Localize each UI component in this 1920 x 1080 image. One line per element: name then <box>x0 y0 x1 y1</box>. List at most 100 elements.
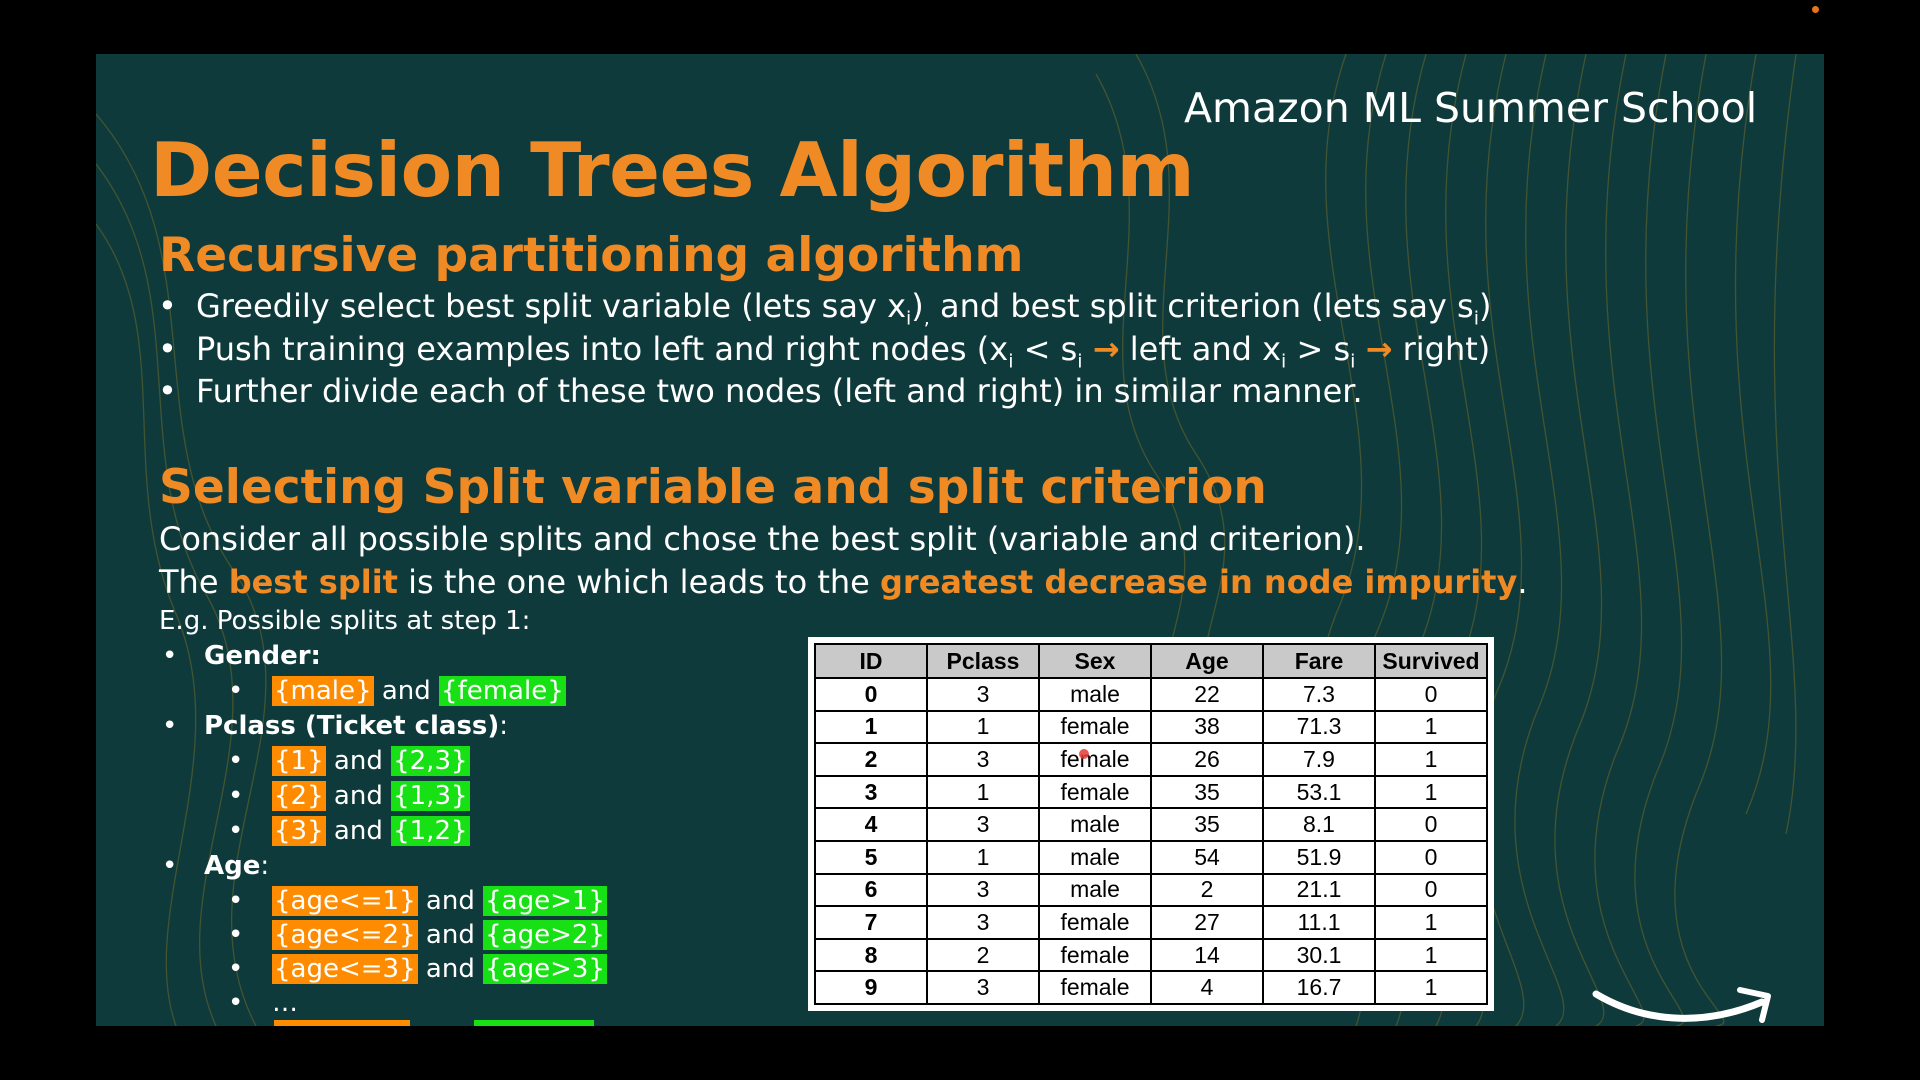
cutoff-orange-bar <box>274 1020 410 1026</box>
table-cell-fare: 51.9 <box>1262 839 1376 875</box>
table-cell-sex: male <box>1038 677 1152 712</box>
table-cell-fare: 53.1 <box>1262 774 1376 810</box>
text: and best split criterion (lets say s <box>929 287 1474 325</box>
table-cell-id: 9 <box>814 970 928 1005</box>
text: is the one which leads to the <box>397 563 880 601</box>
highlight-best-split: best split <box>228 563 398 601</box>
arrow-right-icon: → <box>1092 330 1120 368</box>
bullet-dot: • <box>162 851 178 881</box>
text: and <box>425 920 475 950</box>
table-cell-age: 35 <box>1150 807 1264 842</box>
text: left and x <box>1119 330 1282 368</box>
table-cell-pclass: 1 <box>926 774 1040 810</box>
table-cell-sex: female <box>1038 937 1152 973</box>
table-cell-survived: 1 <box>1374 709 1488 745</box>
table-cell-pclass: 1 <box>926 839 1040 875</box>
split-left-set: {age<=2} <box>272 920 418 950</box>
split-age-option: • {age<=2} and {age>2} <box>222 920 607 950</box>
split-pclass-label: • Pclass (Ticket class): <box>156 711 508 741</box>
split-left-set: {male} <box>272 676 374 706</box>
bullet-dot: • <box>162 711 178 741</box>
section-heading-recursive: Recursive partitioning algorithm <box>159 228 1024 283</box>
split-right-set: {age>2} <box>483 920 607 950</box>
highlight-impurity: greatest decrease in node impurity <box>880 563 1518 601</box>
table-cell-pclass: 1 <box>926 709 1040 745</box>
table-cell-age: 2 <box>1150 872 1264 908</box>
split-left-set: {age<=1} <box>272 886 418 916</box>
data-table: ID Pclass Sex Age Fare Survived 0 3 male 22… <box>814 643 1488 1005</box>
table-cell-fare: 11.1 <box>1262 905 1376 940</box>
table-cell-pclass: 3 <box>926 970 1040 1005</box>
text: : <box>499 711 509 741</box>
split-right-set: {age>3} <box>483 954 607 984</box>
table-cell-survived: 0 <box>1374 677 1488 712</box>
table-cell-sex: male <box>1038 839 1152 875</box>
column-header: Sex <box>1038 643 1152 679</box>
table-row: 3 1 female 35 53.1 1 <box>814 774 1488 810</box>
column-header: Fare <box>1262 643 1376 679</box>
bullet-dot: • <box>228 886 244 916</box>
arrow-right-icon: → <box>1365 330 1393 368</box>
table-cell-id: 3 <box>814 774 928 810</box>
text: ) <box>1478 287 1492 325</box>
split-age-option: • {age<=1} and {age>1} <box>222 886 607 916</box>
table-cell-sex: female <box>1038 742 1152 777</box>
paragraph-best-split: The best split is the one which leads to… <box>159 563 1528 601</box>
table-cell-age: 27 <box>1150 905 1264 940</box>
split-left-set: {age<=3} <box>272 954 418 984</box>
bullet-dot: • <box>158 372 177 410</box>
bullet-dot: • <box>228 954 244 984</box>
amazon-smile-logo-icon <box>1592 987 1771 1023</box>
text: and <box>425 954 475 984</box>
bullet-dot: • <box>228 781 244 811</box>
bullet-dot: • <box>228 988 244 1018</box>
bullet-dot: • <box>228 816 244 846</box>
split-right-set: {female} <box>439 676 566 706</box>
table-cell-id: 6 <box>814 872 928 908</box>
column-header: Survived <box>1374 643 1488 679</box>
table-cell-age: 38 <box>1150 709 1264 745</box>
table-cell-survived: 0 <box>1374 872 1488 908</box>
table-cell-age: 54 <box>1150 839 1264 875</box>
text: Gender: <box>204 641 321 671</box>
table-cell-survived: 1 <box>1374 742 1488 777</box>
split-gender-label: • Gender: <box>156 641 321 671</box>
bullet-dot: • <box>228 676 244 706</box>
table-cell-age: 35 <box>1150 774 1264 810</box>
table-cell-sex: female <box>1038 905 1152 940</box>
text: and <box>333 746 383 776</box>
text: Further divide each of these two nodes (… <box>196 372 1363 410</box>
text: ) <box>911 287 924 325</box>
table-header-row: ID Pclass Sex Age Fare Survived <box>814 643 1488 679</box>
table-cell-id: 0 <box>814 677 928 712</box>
table-row: 2 3 female 26 7.9 1 <box>814 742 1488 777</box>
table-cell-survived: 1 <box>1374 937 1488 973</box>
table-row: 7 3 female 27 11.1 1 <box>814 905 1488 940</box>
text: Pclass (Ticket class) <box>204 711 500 741</box>
table-cell-id: 1 <box>814 709 928 745</box>
split-left-set: {2} <box>272 781 326 811</box>
text: … <box>272 988 298 1018</box>
table-cell-sex: female <box>1038 774 1152 810</box>
table-cell-sex: female <box>1038 709 1152 745</box>
text: and <box>333 816 383 846</box>
table-cell-fare: 30.1 <box>1262 937 1376 973</box>
titanic-data-table: ID Pclass Sex Age Fare Survived 0 3 male 22… <box>808 637 1494 1011</box>
bullet-dot: • <box>162 641 178 671</box>
table-cell-pclass: 3 <box>926 905 1040 940</box>
pointer-dot-icon <box>1079 749 1089 759</box>
table-cell-sex: male <box>1038 807 1152 842</box>
table-cell-fare: 7.9 <box>1262 742 1376 777</box>
table-cell-pclass: 3 <box>926 807 1040 842</box>
column-header: Pclass <box>926 643 1040 679</box>
table-cell-survived: 1 <box>1374 970 1488 1005</box>
table-cell-pclass: 2 <box>926 937 1040 973</box>
text: and <box>333 781 383 811</box>
text: i <box>1077 350 1083 373</box>
column-header: ID <box>814 643 928 679</box>
text: and <box>425 886 475 916</box>
table-cell-pclass: 3 <box>926 677 1040 712</box>
split-age-ellipsis: •… <box>222 988 298 1018</box>
split-left-set: {3} <box>272 816 326 846</box>
table-cell-fare: 7.3 <box>1262 677 1376 712</box>
